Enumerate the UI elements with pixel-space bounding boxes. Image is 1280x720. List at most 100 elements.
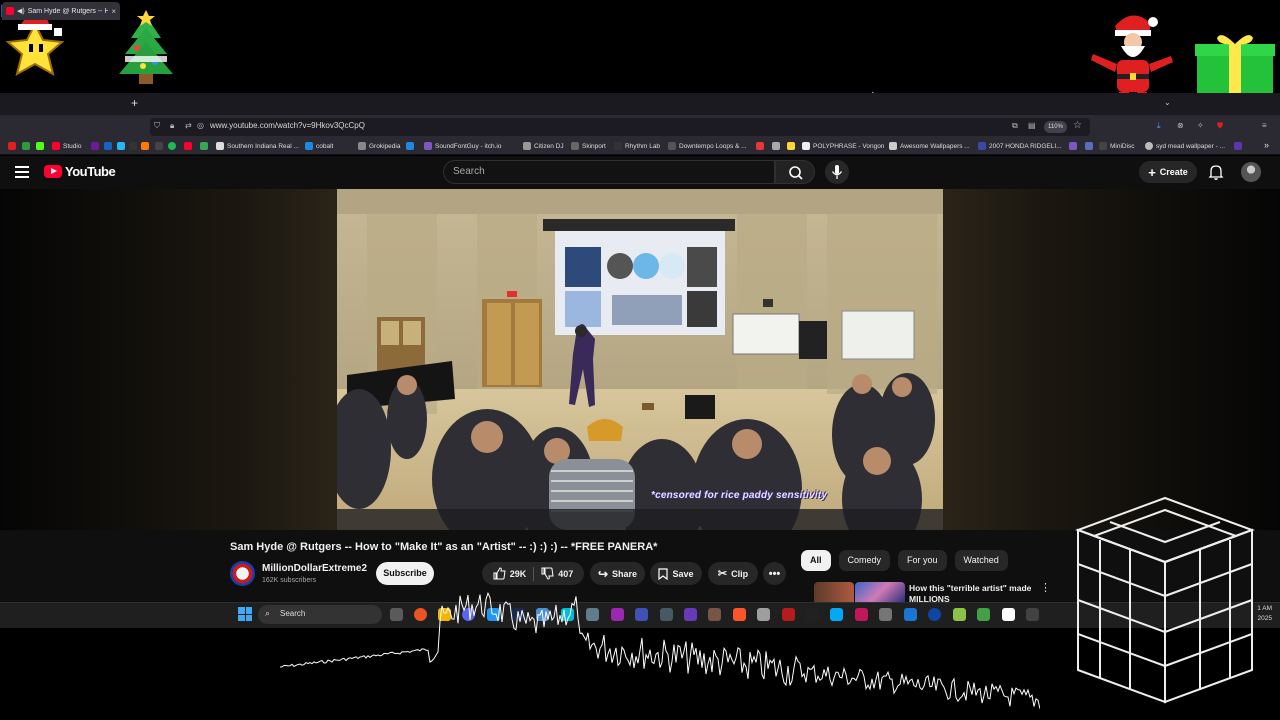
bookmark-studio[interactable]: Studio: [52, 142, 81, 150]
voice-search-button[interactable]: [825, 160, 849, 184]
speaker-icon[interactable]: ◀): [17, 7, 25, 15]
bookmark-minidisc[interactable]: MiniDisc: [1099, 142, 1135, 150]
lock-icon[interactable]: 🔒︎: [170, 121, 174, 131]
chip-comedy[interactable]: Comedy: [838, 550, 891, 571]
zoom-level[interactable]: 110%: [1044, 121, 1067, 133]
bookmark-soundfontguy[interactable]: SoundFontGuy - itch.io: [424, 142, 501, 150]
search-input[interactable]: [443, 160, 775, 184]
chip-all[interactable]: All: [801, 550, 831, 571]
spotify-icon[interactable]: [168, 142, 176, 150]
bookmark-downtempo-loops[interactable]: Downtempo Loops & ...: [668, 142, 747, 150]
reader-view-icon[interactable]: ▤: [1028, 121, 1036, 130]
extension-x-icon[interactable]: ⊗: [1177, 121, 1184, 130]
video-frame[interactable]: [337, 189, 943, 530]
picture-in-picture-icon[interactable]: ⧉: [1012, 121, 1018, 131]
shield-icon[interactable]: ⛉: [154, 121, 160, 131]
bookmark-awesome-wallpapers[interactable]: Awesome Wallpapers ...: [889, 142, 970, 150]
bookmark-southern-indiana[interactable]: Southern Indiana Real ...: [216, 142, 299, 150]
bookmark-icon[interactable]: [141, 142, 149, 150]
permissions-icon[interactable]: ⇄: [185, 121, 192, 130]
search-icon: [789, 166, 803, 180]
page-icon: [1099, 142, 1107, 150]
bookmark-rhythm-lab[interactable]: Rhythm Lab: [614, 142, 660, 150]
page-icon: [802, 142, 810, 150]
wireframe-cube-overlay: [1075, 496, 1255, 704]
pixel-christmas-tree-icon: [119, 10, 173, 84]
page-icon: [571, 142, 579, 150]
youtube-favicon-icon: [6, 7, 14, 15]
bookmark-icon[interactable]: [1234, 142, 1242, 150]
plus-icon: +: [1148, 164, 1156, 180]
bookmark-icon[interactable]: [117, 142, 125, 150]
youtube-studio-icon: [52, 142, 60, 150]
bookmark-icon[interactable]: [772, 142, 780, 150]
camera-icon[interactable]: ◎: [197, 121, 204, 130]
search-placeholder[interactable]: Search: [453, 166, 485, 177]
phone-icon[interactable]: [22, 142, 30, 150]
bookmark-icon[interactable]: [104, 142, 112, 150]
youtube-wordmark: YouTube: [65, 164, 116, 179]
page-icon: [614, 142, 622, 150]
channel-avatar[interactable]: [230, 561, 255, 586]
chip-watched[interactable]: Watched: [954, 550, 1008, 571]
bookmark-icon[interactable]: [787, 142, 795, 150]
url-text[interactable]: www.youtube.com/watch?v=9Hkov3QcCpQ: [210, 121, 365, 130]
notifications-bell-icon[interactable]: [1207, 163, 1225, 181]
page-icon: [424, 142, 432, 150]
bookmark-syd-mead[interactable]: syd mead wallpaper - ...: [1145, 142, 1225, 150]
page-icon: [668, 142, 676, 150]
kick-icon[interactable]: [36, 142, 44, 150]
bookmark-icon[interactable]: [91, 142, 99, 150]
tab-close-icon[interactable]: ×: [111, 7, 116, 16]
page-icon: [978, 142, 986, 150]
page-icon: [216, 142, 224, 150]
microphone-icon: [831, 165, 843, 179]
bookmark-polyphrase[interactable]: POLYPHRASE - Vongon: [802, 142, 884, 150]
tab-title: Sam Hyde @ Rutgers -- How: [27, 7, 109, 15]
new-tab-button[interactable]: +: [131, 96, 138, 110]
page-icon: [305, 142, 313, 150]
downloads-icon[interactable]: ⤓: [1157, 121, 1161, 131]
ambient-glow-left: [0, 189, 337, 530]
bookmark-citizen-dj[interactable]: Citizen DJ: [523, 142, 564, 150]
recommendation-more-icon[interactable]: ⋮: [1040, 583, 1051, 594]
bookmark-icon[interactable]: [1069, 142, 1077, 150]
page-icon: [523, 142, 531, 150]
windows-start-icon[interactable]: [238, 607, 252, 621]
bookmarks-overflow-icon[interactable]: »: [1264, 140, 1269, 150]
youtube-logo[interactable]: YouTube: [44, 164, 116, 179]
create-button[interactable]: + Create: [1139, 161, 1197, 183]
video-player[interactable]: [0, 189, 1280, 530]
bookmark-cobalt[interactable]: cobalt: [305, 142, 333, 150]
bookmark-honda-ridgeline[interactable]: 2007 HONDA RIDGELI...: [978, 142, 1062, 150]
browser-tab-strip: [0, 93, 1280, 115]
ambient-glow-right: [943, 189, 1280, 530]
youtube-play-icon: [44, 165, 62, 178]
bookmark-grokipedia[interactable]: Grokipedia: [358, 142, 400, 150]
create-label: Create: [1159, 167, 1188, 177]
x-icon[interactable]: [155, 142, 163, 150]
recommendation-filter-chips: All Comedy For you Watched: [801, 550, 1008, 571]
bookmark-icon[interactable]: [129, 142, 137, 150]
tab-list-chevron-icon[interactable]: ⌄: [1164, 98, 1171, 107]
browser-tab-youtube[interactable]: ◀) Sam Hyde @ Rutgers -- How ×: [2, 2, 120, 20]
extensions-puzzle-icon[interactable]: ✧: [1197, 121, 1204, 130]
bookmark-skinport[interactable]: Skinport: [571, 142, 606, 150]
channel-name[interactable]: MillionDollarExtreme2: [262, 563, 367, 574]
gmail-icon[interactable]: [8, 142, 16, 150]
search-button[interactable]: [775, 160, 815, 184]
bookmark-icon[interactable]: [756, 142, 764, 150]
bookmark-icon[interactable]: [1085, 142, 1093, 150]
page-icon: [1145, 142, 1153, 150]
guide-menu-icon[interactable]: [15, 166, 29, 178]
bookmark-star-icon[interactable]: ☆: [1073, 120, 1082, 131]
ublock-icon[interactable]: ⛊: [1217, 121, 1223, 131]
youtube-icon[interactable]: [184, 142, 192, 150]
play-store-icon[interactable]: [200, 142, 208, 150]
bookmark-icon[interactable]: [406, 142, 414, 150]
video-caption: *censored for rice paddy sensitivity: [651, 490, 828, 501]
taskbar-search-icon: ⌕: [265, 608, 271, 618]
account-avatar[interactable]: [1241, 162, 1261, 182]
chip-for-you[interactable]: For you: [898, 550, 947, 571]
menu-hamburger-icon[interactable]: ≡: [1262, 121, 1267, 130]
